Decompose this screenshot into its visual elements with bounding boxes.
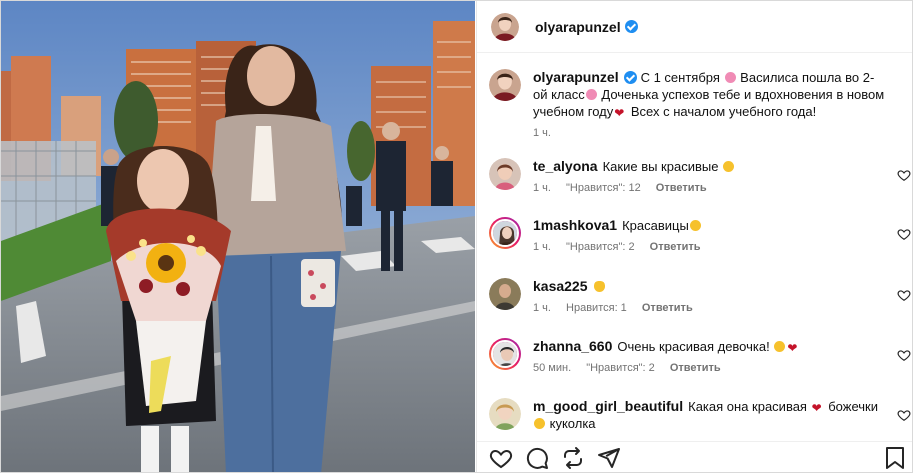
bouquet-emoji-icon bbox=[724, 72, 736, 83]
comment-like-heart-icon[interactable] bbox=[897, 288, 911, 302]
share-button[interactable] bbox=[597, 446, 621, 470]
commenter-avatar[interactable] bbox=[489, 338, 521, 370]
post-actions-bar bbox=[477, 441, 912, 472]
avatar-image bbox=[493, 221, 517, 245]
reply-button[interactable]: Ответить bbox=[642, 302, 693, 314]
comment-username[interactable]: te_alyona bbox=[533, 158, 598, 174]
commenter-avatar[interactable] bbox=[489, 278, 521, 310]
comment-meta: 1 ч. "Нравится": 12 Ответить bbox=[533, 180, 885, 197]
caption-body: olyarapunzel С 1 сентября Василиса пошла … bbox=[533, 69, 912, 142]
comment-body: zhanna_660 Очень красивая девочка! ❤ 50 м… bbox=[533, 338, 912, 377]
comment-like-heart-icon[interactable] bbox=[897, 408, 911, 422]
avatar-image bbox=[489, 278, 521, 310]
avatar-image bbox=[489, 69, 521, 101]
comment-like-heart-icon[interactable] bbox=[897, 168, 911, 182]
reply-button[interactable]: Ответить bbox=[650, 241, 701, 253]
bookmark-icon bbox=[886, 447, 904, 469]
comment-meta: 1 ч. Нравится: 1 Ответить bbox=[533, 300, 885, 317]
smile-emoji-icon bbox=[774, 341, 786, 352]
comment-row: 1mashkova1 Красавицы 1 ч. "Нравится": 2 О… bbox=[489, 217, 912, 256]
heart-emoji-icon: ❤ bbox=[614, 106, 625, 120]
comment-time[interactable]: 1 ч. bbox=[533, 302, 551, 314]
comment-text: Какая она красивая bbox=[688, 399, 807, 414]
comment-body: 1mashkova1 Красавицы 1 ч. "Нравится": 2 О… bbox=[533, 217, 912, 256]
reply-button[interactable]: Ответить bbox=[670, 362, 721, 374]
comment-body: kasa225 1 ч. Нравится: 1 Ответить bbox=[533, 278, 912, 317]
post-header: olyarapunzel bbox=[477, 1, 912, 53]
comment-username[interactable]: kasa225 bbox=[533, 278, 588, 294]
comment-text: Какие вы красивые bbox=[602, 159, 719, 174]
comment-like-heart-icon[interactable] bbox=[897, 227, 911, 241]
comment-username[interactable]: zhanna_660 bbox=[533, 338, 612, 354]
comment-row: kasa225 1 ч. Нравится: 1 Ответить bbox=[489, 278, 912, 317]
repost-icon bbox=[564, 447, 582, 469]
author-avatar[interactable] bbox=[489, 69, 521, 101]
comments-feed[interactable]: olyarapunzel С 1 сентября Василиса пошла … bbox=[477, 54, 912, 441]
photo-illustration bbox=[1, 1, 475, 472]
avatar-image bbox=[489, 158, 521, 190]
comment-meta: 50 мин. "Нравится": 2 Ответить bbox=[533, 360, 885, 377]
caption-row: olyarapunzel С 1 сентября Василиса пошла … bbox=[489, 69, 912, 142]
comment-text: Очень красивая девочка! bbox=[617, 339, 770, 354]
commenter-avatar[interactable] bbox=[489, 217, 521, 249]
post-window: olyarapunzel olyarapunzel С 1 сентября Ва… bbox=[0, 0, 913, 473]
smile-emoji-icon bbox=[723, 161, 735, 172]
comment-username[interactable]: m_good_girl_beautiful bbox=[533, 398, 683, 414]
caption-text-4: Всех с началом учебного года! bbox=[630, 104, 817, 119]
comment-likes[interactable]: Нравится: 1 bbox=[566, 302, 627, 314]
comment-username[interactable]: 1mashkova1 bbox=[533, 217, 617, 233]
send-icon bbox=[598, 448, 620, 468]
caption-time[interactable]: 1 ч. bbox=[533, 127, 551, 139]
like-button[interactable] bbox=[489, 446, 513, 470]
flower-emoji-icon bbox=[585, 89, 597, 100]
comment-like-heart-icon[interactable] bbox=[897, 348, 911, 362]
comment-button[interactable] bbox=[525, 446, 549, 470]
comment-row: m_good_girl_beautiful Какая она красивая … bbox=[489, 398, 912, 432]
smile-emoji-icon bbox=[534, 418, 545, 429]
post-side-panel: olyarapunzel olyarapunzel С 1 сентября Ва… bbox=[476, 1, 912, 472]
commenter-avatar[interactable] bbox=[489, 398, 521, 430]
comment-text-cont: куколка bbox=[549, 416, 596, 431]
avatar-image bbox=[489, 398, 521, 430]
comment-body: te_alyona Какие вы красивые 1 ч. "Нравитс… bbox=[533, 158, 912, 197]
heart-icon bbox=[489, 449, 513, 469]
comment-row: te_alyona Какие вы красивые 1 ч. "Нравитс… bbox=[489, 158, 912, 197]
comment-likes[interactable]: "Нравится": 12 bbox=[566, 182, 641, 194]
verified-badge-icon bbox=[624, 20, 638, 33]
heart-emoji-icon: ❤ bbox=[811, 401, 822, 415]
comment-icon bbox=[526, 447, 548, 469]
caption-username[interactable]: olyarapunzel bbox=[533, 69, 619, 85]
comment-time[interactable]: 1 ч. bbox=[533, 182, 551, 194]
repost-button[interactable] bbox=[561, 446, 585, 470]
author-username[interactable]: olyarapunzel bbox=[535, 19, 621, 35]
author-avatar[interactable] bbox=[491, 12, 519, 41]
reply-button[interactable]: Ответить bbox=[656, 182, 707, 194]
hand-emoji-icon bbox=[593, 281, 605, 292]
comment-text: Красавицы bbox=[622, 218, 689, 233]
caption-text-1: С 1 сентября bbox=[640, 70, 720, 85]
avatar-image bbox=[493, 342, 517, 366]
comment-meta: 1 ч. "Нравится": 2 Ответить bbox=[533, 239, 885, 256]
comment-likes[interactable]: "Нравится": 2 bbox=[566, 241, 635, 253]
commenter-avatar[interactable] bbox=[489, 158, 521, 190]
caption-meta: 1 ч. bbox=[533, 125, 885, 142]
comment-body: m_good_girl_beautiful Какая она красивая … bbox=[533, 398, 912, 432]
comment-text-cont: божечки bbox=[828, 399, 878, 414]
save-button[interactable] bbox=[883, 446, 907, 470]
verified-badge-icon bbox=[623, 71, 637, 84]
post-photo[interactable] bbox=[1, 1, 475, 472]
comment-time[interactable]: 50 мин. bbox=[533, 362, 571, 374]
avatar-image bbox=[491, 12, 519, 41]
smile-emoji-icon bbox=[689, 220, 701, 231]
heart-emoji-icon: ❤ bbox=[787, 341, 798, 355]
comment-row: zhanna_660 Очень красивая девочка! ❤ 50 м… bbox=[489, 338, 912, 377]
comment-likes[interactable]: "Нравится": 2 bbox=[586, 362, 655, 374]
comment-time[interactable]: 1 ч. bbox=[533, 241, 551, 253]
